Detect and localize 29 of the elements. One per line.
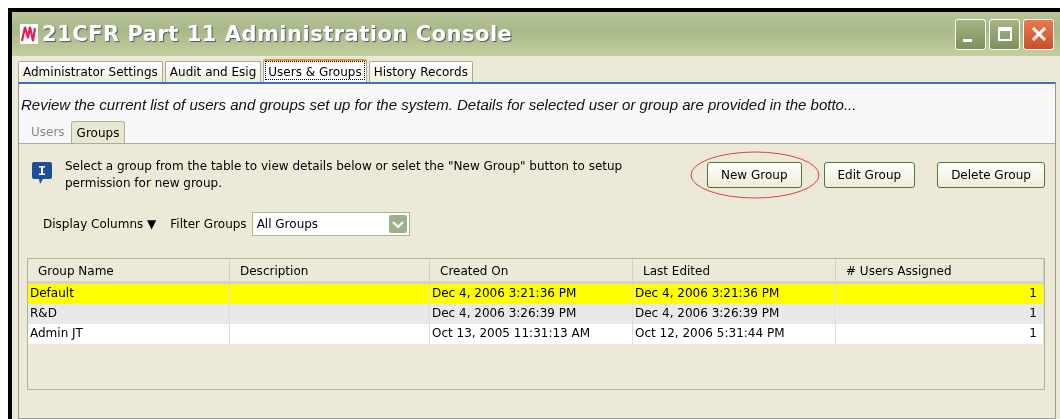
minimize-icon — [963, 38, 972, 42]
tab[interactable]: Audit and Esig — [164, 61, 262, 82]
sub-tab[interactable]: Groups — [70, 121, 126, 143]
table-row[interactable]: Default Dec 4, 2006 3:21:36 PM Dec 4, 2006 3:21:36 PM 1 — [28, 284, 1044, 304]
action-button[interactable]: Delete Group — [937, 162, 1045, 188]
info-icon — [31, 160, 53, 186]
action-button[interactable]: New Group — [707, 162, 802, 188]
table-cell: Admin JT — [28, 324, 230, 344]
table-cell: Oct 13, 2005 11:31:13 AM — [430, 324, 633, 344]
instruction-text: Select a group from the table to view details below or selet the "New Group" button to setup permission for new group. — [65, 158, 624, 192]
close-icon — [1030, 26, 1047, 42]
description-text: Review the current list of users and groups set up for the system. Details for selected user or group are provided in the botto... — [21, 96, 858, 113]
close-button[interactable] — [1023, 18, 1054, 50]
tab[interactable]: History Records — [368, 61, 473, 82]
maximize-button[interactable] — [989, 18, 1020, 50]
maximize-icon — [996, 26, 1013, 42]
window-title: 21CFR Part 11 Administration Console — [42, 22, 513, 46]
filter-dropdown[interactable]: All Groups — [251, 212, 410, 236]
table-row[interactable]: R&D Dec 4, 2006 3:26:39 PM Dec 4, 2006 3:26:39 PM 1 — [28, 304, 1044, 324]
table-cell: Oct 12, 2006 5:31:44 PM — [633, 324, 836, 344]
tab[interactable]: Users & Groups — [263, 59, 367, 82]
table-row[interactable]: Admin JT Oct 13, 2005 11:31:13 AM Oct 12, 2006 5:31:44 PM 1 — [28, 324, 1044, 344]
display-columns-button[interactable]: Display Columns ▼ — [43, 217, 157, 231]
table-cell: 1 — [836, 324, 1044, 344]
tab[interactable]: Administrator Settings — [18, 61, 163, 82]
action-button[interactable]: Edit Group — [823, 162, 916, 188]
minimize-button[interactable] — [955, 18, 986, 50]
filter-label: Filter Groups — [170, 217, 247, 231]
logo-icon — [20, 24, 38, 44]
